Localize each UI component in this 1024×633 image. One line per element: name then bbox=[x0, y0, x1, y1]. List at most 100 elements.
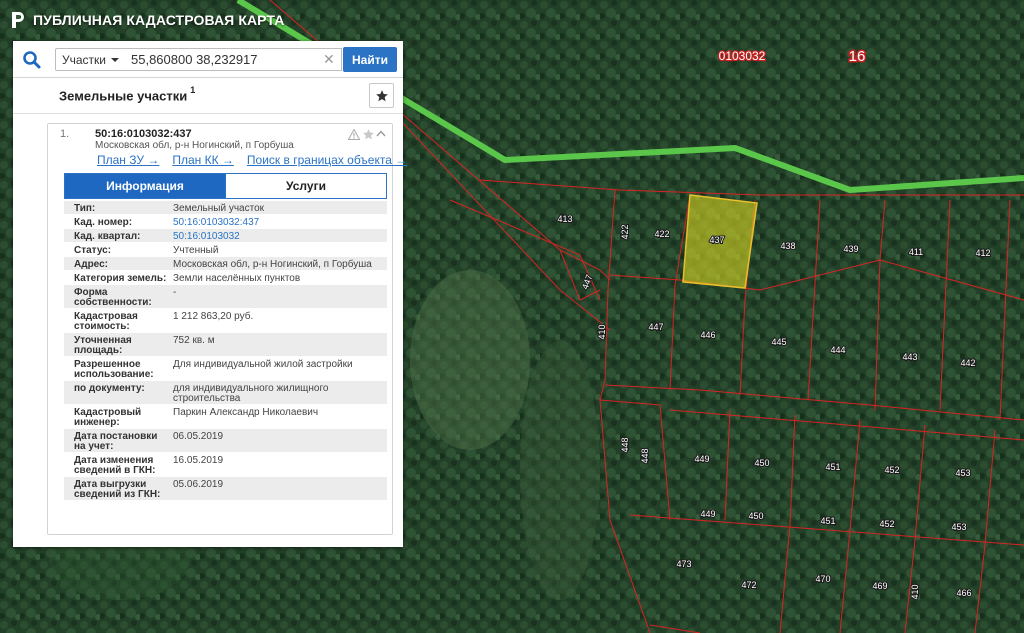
property-value: 1 212 863,20 руб. bbox=[173, 311, 254, 322]
parcel-label: 437 bbox=[709, 235, 724, 245]
property-label: Кадастровый инженер: bbox=[74, 407, 142, 428]
properties-table: Тип: Земельный участок Кад. номер: 50:16:01… bbox=[64, 201, 387, 501]
search-panel: Участки ✕ Найти Земельные участки1 1. 50… bbox=[13, 41, 407, 547]
parcel-label: 438 bbox=[780, 241, 795, 251]
search-input[interactable] bbox=[120, 48, 342, 71]
find-button[interactable]: Найти bbox=[343, 47, 397, 72]
parcel-label: 447 bbox=[648, 322, 663, 332]
parcel-label: 473 bbox=[676, 559, 691, 569]
parcel-label: 444 bbox=[830, 345, 845, 355]
parcel-label: 453 bbox=[951, 522, 966, 532]
rosreestr-logo-icon[interactable] bbox=[10, 11, 26, 29]
property-value: 752 кв. м bbox=[173, 335, 215, 346]
property-value: Паркин Александр Николаевич bbox=[173, 407, 319, 418]
object-type-value: Участки bbox=[62, 52, 106, 67]
property-row: Кад. номер: 50:16:0103032:437 bbox=[64, 215, 387, 229]
property-label: Статус: bbox=[74, 245, 112, 256]
property-label: Кад. квартал: bbox=[74, 231, 141, 242]
property-value: Для индивидуальной жилой застройки bbox=[173, 359, 353, 370]
property-row: Разрешенное использование: Для индивидуал… bbox=[64, 357, 387, 381]
result-cad-number[interactable]: 50:16:0103032:437 bbox=[95, 128, 192, 140]
parcel-label: 412 bbox=[975, 248, 990, 258]
property-row: Дата изменения сведений в ГКН: 16.05.2019 bbox=[64, 453, 387, 477]
property-value: 05.06.2019 bbox=[173, 479, 224, 490]
property-label: Адрес: bbox=[74, 259, 108, 270]
star-icon[interactable] bbox=[362, 128, 375, 141]
search-bar: Участки ✕ Найти bbox=[13, 41, 403, 78]
link-search-within[interactable]: Поиск в границах объекта → bbox=[247, 153, 407, 167]
property-value: Земли населённых пунктов bbox=[173, 273, 301, 284]
property-value[interactable]: 50:16:0103032:437 bbox=[171, 215, 387, 228]
chevron-down-icon bbox=[111, 57, 119, 62]
tab-information[interactable]: Информация bbox=[64, 173, 226, 199]
parcel-label: 449 bbox=[700, 509, 715, 519]
results-title-text: Земельные участки bbox=[59, 88, 188, 104]
results-header: Земельные участки 1 bbox=[13, 78, 403, 114]
warning-icon[interactable] bbox=[348, 129, 360, 140]
object-type-select[interactable]: Участки bbox=[55, 48, 121, 71]
property-row: Статус: Учтенный bbox=[64, 243, 387, 257]
parcel-label: 451 bbox=[820, 516, 835, 526]
property-row: по документу: для индивидуального жилищно… bbox=[64, 381, 387, 405]
parcel-label: 443 bbox=[902, 352, 917, 362]
property-label: Форма собственности: bbox=[74, 287, 152, 308]
result-card[interactable]: 1. 50:16:0103032:437 Московская обл, р-н… bbox=[47, 123, 407, 535]
property-row: Тип: Земельный участок bbox=[64, 201, 387, 215]
favorites-button[interactable] bbox=[369, 83, 394, 108]
parcel-label: 469 bbox=[872, 581, 887, 591]
parcel-label: 451 bbox=[825, 462, 840, 472]
parcel-label: 413 bbox=[557, 214, 572, 224]
parcel-label: 466 bbox=[956, 588, 971, 598]
link-plan-zu[interactable]: План ЗУ → bbox=[97, 153, 159, 167]
property-value: Учтенный bbox=[173, 245, 219, 256]
link-plan-kk[interactable]: План КК → bbox=[172, 153, 234, 167]
parcel-label: 422 bbox=[654, 229, 669, 239]
parcel-label: 472 bbox=[741, 580, 756, 590]
app-header: ПУБЛИЧНАЯ КАДАСТРОВАЯ КАРТА bbox=[10, 9, 284, 31]
property-label: Разрешенное использование: bbox=[74, 359, 154, 380]
clear-icon[interactable]: ✕ bbox=[323, 51, 335, 67]
parcel-label: 410 bbox=[597, 324, 607, 339]
parcel-label: 445 bbox=[771, 337, 786, 347]
property-value: Московская обл, р-н Ногинский, п Горбуша bbox=[173, 259, 372, 270]
property-label: Тип: bbox=[74, 203, 96, 214]
property-label: Уточненная площадь: bbox=[74, 335, 132, 356]
tab-services[interactable]: Услуги bbox=[226, 173, 387, 199]
object-links: План ЗУ → План КК → Поиск в границах объ… bbox=[97, 153, 407, 167]
property-value[interactable]: 50:16:0103032 bbox=[171, 229, 387, 242]
property-row: Категория земель: Земли населённых пункто… bbox=[64, 271, 387, 285]
parcel-label: 446 bbox=[700, 330, 715, 340]
property-row: Адрес: Московская обл, р-н Ногинский, п Г… bbox=[64, 257, 387, 271]
property-label: Дата постановки на учет: bbox=[74, 431, 158, 452]
parcel-label: 410 bbox=[910, 584, 920, 599]
property-value: 16.05.2019 bbox=[173, 455, 224, 466]
app-title: ПУБЛИЧНАЯ КАДАСТРОВАЯ КАРТА bbox=[33, 12, 285, 28]
search-icon[interactable] bbox=[22, 50, 42, 70]
property-row: Уточненная площадь: 752 кв. м bbox=[64, 333, 387, 357]
property-label: Дата выгрузки сведений из ГКН: bbox=[74, 479, 161, 500]
property-label: Категория земель: bbox=[74, 273, 167, 284]
zone-label: 16 bbox=[849, 48, 866, 65]
property-label: Кадастровая стоимость: bbox=[74, 311, 138, 332]
property-label: Кад. номер: bbox=[74, 217, 133, 228]
parcel-label: 470 bbox=[815, 574, 830, 584]
parcel-label: 422 bbox=[620, 224, 630, 239]
parcel-label: 453 bbox=[955, 468, 970, 478]
parcel-label: 448 bbox=[640, 448, 650, 463]
card-tabs: Информация Услуги bbox=[64, 173, 387, 199]
parcel-label: 452 bbox=[884, 465, 899, 475]
property-row: Кад. квартал: 50:16:0103032 bbox=[64, 229, 387, 243]
parcel-label: 448 bbox=[620, 437, 630, 452]
property-row: Кадастровая стоимость: 1 212 863,20 руб. bbox=[64, 309, 387, 333]
property-row: Дата выгрузки сведений из ГКН: 05.06.2019 bbox=[64, 477, 387, 501]
parcel-label: 442 bbox=[960, 358, 975, 368]
property-row: Кадастровый инженер: Паркин Александр Ник… bbox=[64, 405, 387, 429]
quarter-label: 0103032 bbox=[719, 49, 766, 63]
property-label: по документу: bbox=[74, 383, 145, 394]
result-address: Московская обл, р-н Ногинский, п Горбуша bbox=[95, 140, 294, 151]
results-title: Земельные участки 1 bbox=[59, 85, 195, 104]
chevron-up-icon[interactable] bbox=[376, 130, 386, 137]
parcel-label: 411 bbox=[909, 247, 923, 257]
parcel-label: 439 bbox=[843, 244, 858, 254]
parcel-label: 450 bbox=[754, 458, 769, 468]
